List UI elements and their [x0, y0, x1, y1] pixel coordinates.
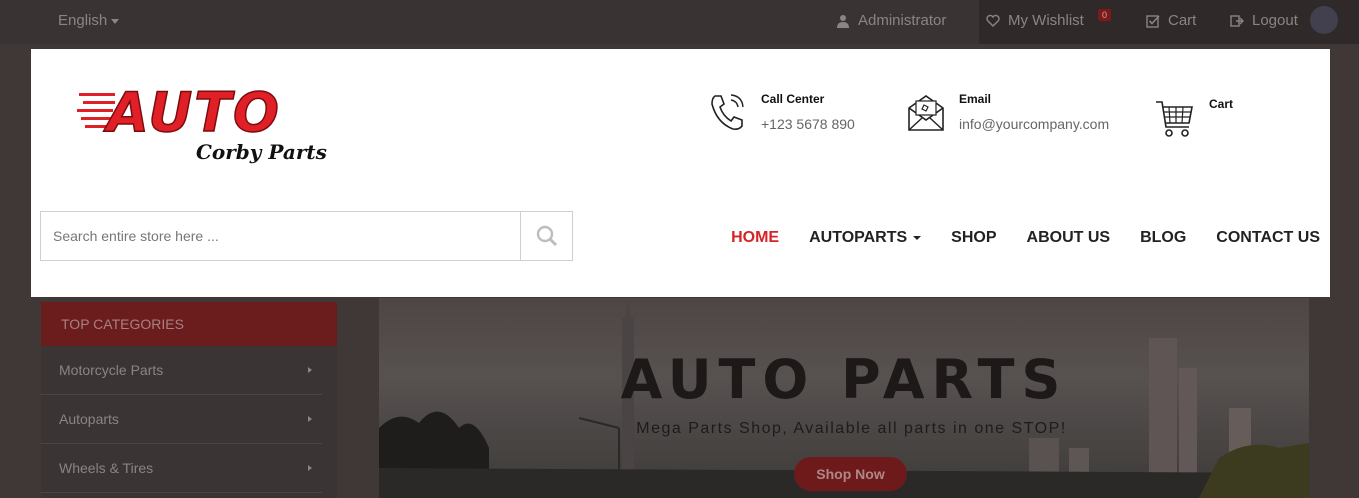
- nav-contact-us[interactable]: CONTACT US: [1216, 229, 1320, 247]
- search-form: [40, 211, 573, 261]
- logo-subtext: Corby Parts: [196, 140, 327, 164]
- heart-icon: [986, 14, 1000, 27]
- shopping-cart-icon: [1155, 99, 1195, 139]
- site-logo[interactable]: AUTO Corby Parts: [77, 79, 337, 165]
- checkbox-icon: [1146, 14, 1160, 28]
- sidebar-item-motorcycle-parts[interactable]: Motorcycle Parts: [41, 346, 322, 395]
- logout-icon: [1230, 14, 1244, 27]
- email-address[interactable]: info@yourcompany.com: [959, 116, 1109, 132]
- caret-down-icon: [913, 235, 922, 240]
- nav-blog[interactable]: BLOG: [1140, 229, 1186, 247]
- call-center-label: Call Center: [761, 92, 825, 106]
- header-panel: AUTO Corby Parts Call Center +123 5678 8…: [31, 49, 1330, 297]
- nav-autoparts-label: AUTOPARTS: [809, 229, 908, 246]
- wishlist-link[interactable]: My Wishlist: [986, 12, 1084, 29]
- nav-autoparts[interactable]: AUTOPARTS: [809, 229, 922, 247]
- top-categories-sidebar: TOP CATEGORIES Motorcycle Parts Autopart…: [41, 302, 337, 498]
- language-label: English: [58, 12, 108, 29]
- caret-down-icon: [111, 18, 120, 24]
- phone-icon: [709, 92, 747, 132]
- wishlist-label: My Wishlist: [1008, 12, 1084, 29]
- sidebar-item-label: Autoparts: [59, 411, 119, 427]
- wishlist-count-badge: 0: [1098, 9, 1112, 21]
- administrator-label: Administrator: [858, 12, 947, 29]
- administrator-link[interactable]: Administrator: [836, 12, 946, 29]
- search-input[interactable]: [41, 212, 520, 260]
- call-center-info: Call Center +123 5678 890: [709, 92, 855, 132]
- hero-banner: AUTO PARTS Mega Parts Shop, Available al…: [379, 298, 1309, 498]
- sidebar-item-label: Motorcycle Parts: [59, 362, 164, 378]
- email-label: Email: [959, 92, 992, 106]
- banner-subtitle: Mega Parts Shop, Available all parts in …: [636, 420, 1067, 437]
- search-button[interactable]: [520, 212, 572, 260]
- nav-home[interactable]: HOME: [731, 229, 779, 247]
- scroll-top-icon[interactable]: [1310, 6, 1338, 34]
- language-selector[interactable]: English: [58, 12, 120, 29]
- chevron-right-icon: [308, 465, 312, 471]
- shop-now-button[interactable]: Shop Now: [794, 457, 907, 491]
- call-center-number[interactable]: +123 5678 890: [761, 116, 855, 132]
- auto-logo-icon: AUTO Corby Parts: [77, 80, 327, 164]
- cart-label: Cart: [1168, 12, 1197, 29]
- cart-header-label: Cart: [1209, 97, 1234, 111]
- logout-link[interactable]: Logout: [1230, 12, 1298, 29]
- chevron-right-icon: [308, 367, 312, 373]
- banner-title: AUTO PARTS: [620, 348, 1068, 411]
- email-info: Email info@yourcompany.com: [907, 92, 1109, 132]
- sidebar-item-autoparts[interactable]: Autoparts: [41, 395, 322, 444]
- cart-link[interactable]: Cart: [1146, 12, 1196, 29]
- nav-about-us[interactable]: ABOUT US: [1027, 229, 1111, 247]
- top-bar: English Administrator My Wishlist 0 Cart…: [0, 0, 1359, 44]
- sidebar-item-wheels-tires[interactable]: Wheels & Tires: [41, 444, 322, 493]
- sidebar-title: TOP CATEGORIES: [41, 302, 337, 346]
- logout-label: Logout: [1252, 12, 1298, 29]
- envelope-icon: [907, 92, 945, 132]
- logo-text: AUTO: [103, 81, 281, 144]
- search-icon: [536, 225, 557, 247]
- main-navigation: HOME AUTOPARTS SHOP ABOUT US BLOG CONTAC…: [731, 229, 1320, 247]
- user-icon: [837, 14, 849, 28]
- sidebar-item-label: Wheels & Tires: [59, 460, 154, 476]
- chevron-right-icon: [308, 416, 312, 422]
- nav-shop[interactable]: SHOP: [951, 229, 996, 247]
- cart-info[interactable]: Cart: [1155, 97, 1234, 139]
